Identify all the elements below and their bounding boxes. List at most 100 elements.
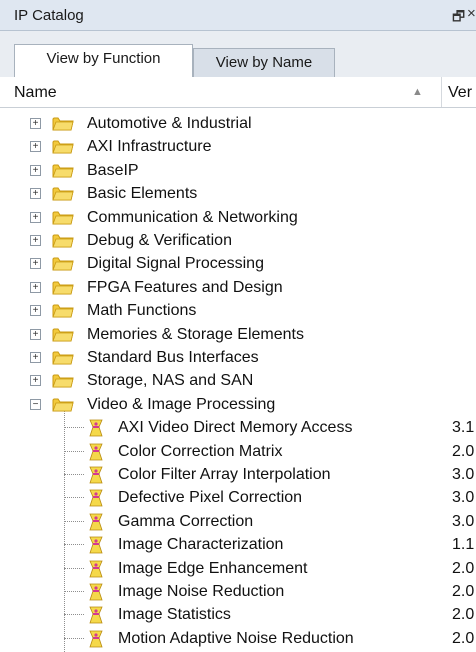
folder-icon [52,350,74,365]
expand-icon[interactable]: + [30,211,41,223]
tree-ip-row[interactable]: Color Correction Matrix 2.0 [0,440,476,463]
category-label: AXI Infrastructure [87,138,212,156]
expand-icon[interactable]: + [30,141,41,153]
folder-icon [52,256,74,271]
tree-ip-row[interactable]: Image Statistics 2.0 [0,603,476,626]
category-label: Memories & Storage Elements [87,325,304,343]
sort-ascending-icon: ▲ [412,86,423,98]
tree-connector [64,474,84,475]
tree-category-row[interactable]: + Math Functions [0,299,476,322]
folder-icon [52,210,74,225]
panel-title: IP Catalog [14,7,84,24]
expand-icon[interactable]: + [30,375,41,387]
category-label: BaseIP [87,161,139,179]
ip-core-version: 2.0 [452,606,475,624]
folder-icon [52,303,74,318]
tree-ip-row[interactable]: Image Noise Reduction 2.0 [0,580,476,603]
tree-category-row[interactable]: + Standard Bus Interfaces [0,346,476,369]
ip-core-version: 2.0 [452,583,475,600]
tree-category-row[interactable]: − Video & Image Processing [0,393,476,416]
ip-core-icon [88,630,104,648]
folder-icon [52,163,74,178]
ip-core-icon [88,606,104,624]
tree-ip-row[interactable]: Motion Adaptive Noise Reduction 2.0 [0,627,476,650]
expand-icon[interactable]: + [30,352,41,363]
ip-core-icon [88,466,104,484]
restore-icon[interactable]: 🗗 [452,6,465,30]
ip-core-icon [88,513,104,531]
panel-titlebar: IP Catalog 🗗 × [0,0,476,31]
expand-icon[interactable]: + [30,164,41,176]
collapse-icon[interactable]: − [30,398,41,410]
ip-core-label: AXI Video Direct Memory Access [118,419,353,437]
ip-core-icon [88,536,104,554]
expand-icon[interactable]: + [30,305,41,317]
tree-connector [64,591,84,592]
tree-connector [64,637,84,639]
category-label: Debug & Verification [87,232,232,249]
ip-core-version: 3.0 [452,466,475,483]
tree-category-row[interactable]: + FPGA Features and Design [0,276,476,299]
category-label: Storage, NAS and SAN [87,372,254,390]
ip-core-label: Color Filter Array Interpolation [118,466,331,483]
folder-icon [52,233,74,248]
expand-icon[interactable]: + [30,258,41,270]
tree-ip-row[interactable]: AXI Video Direct Memory Access 3.1 [0,416,476,439]
column-header: Name ▲ Ver [0,77,476,108]
ip-core-label: Defective Pixel Correction [118,489,303,507]
category-label: FPGA Features and Design [87,278,283,296]
tree-ip-row[interactable]: Image Characterization 1.1 [0,533,476,556]
expand-icon[interactable]: + [30,281,41,293]
category-label: Math Functions [87,302,197,320]
ip-core-label: Color Correction Matrix [118,442,283,460]
tree-category-row[interactable]: + AXI Infrastructure [0,135,476,158]
folder-icon [52,327,74,342]
expand-icon[interactable]: + [30,235,41,246]
ip-core-version: 3.1 [452,419,475,437]
category-label: Digital Signal Processing [87,255,264,273]
category-label: Communication & Networking [87,208,298,226]
folder-icon [52,139,74,154]
tree-ip-row[interactable]: Color Filter Array Interpolation 3.0 [0,463,476,486]
tree-category-row[interactable]: + BaseIP [0,159,476,182]
category-label: Standard Bus Interfaces [87,349,259,366]
tree-connector [64,427,84,429]
column-separator[interactable] [441,77,442,107]
ip-core-version: 2.0 [452,442,475,460]
tree-connector [64,567,84,569]
folder-icon [52,373,74,388]
tree-connector [64,450,84,452]
tree-category-row[interactable]: + Basic Elements [0,182,476,205]
tab-strip: View by Function View by Name [0,31,476,108]
folder-icon [52,280,74,295]
ip-core-label: Image Characterization [118,536,284,554]
category-label: Basic Elements [87,185,198,203]
folder-icon [52,186,74,201]
expand-icon[interactable]: + [30,188,41,200]
tree-ip-row[interactable]: Defective Pixel Correction 3.0 [0,486,476,509]
ip-core-version: 2.0 [452,629,475,647]
tree-category-row[interactable]: + Debug & Verification [0,229,476,252]
tree-category-row[interactable]: + Communication & Networking [0,206,476,229]
expand-icon[interactable]: + [30,118,41,129]
ip-core-label: Image Statistics [118,606,231,624]
tree-category-row[interactable]: + Automotive & Industrial [0,112,476,135]
column-header-version[interactable]: Ver [448,84,472,102]
tab-view-by-name[interactable]: View by Name [193,48,335,77]
tree-ip-row[interactable]: Image Edge Enhancement 2.0 [0,557,476,580]
column-header-name[interactable]: Name [14,84,57,102]
tree-category-row[interactable]: + Digital Signal Processing [0,252,476,275]
ip-core-icon [88,489,104,507]
tree-category-row[interactable]: + Memories & Storage Elements [0,323,476,346]
tree-connector [64,497,84,499]
tree-category-row[interactable]: + Storage, NAS and SAN [0,369,476,392]
ip-core-label: Motion Adaptive Noise Reduction [118,629,354,647]
ip-core-label: Image Noise Reduction [118,583,285,600]
ip-core-icon [88,560,104,578]
tab-view-by-function[interactable]: View by Function [14,44,193,77]
tree-ip-row[interactable]: Gamma Correction 3.0 [0,510,476,533]
close-icon[interactable]: × [467,5,476,22]
tree-connector [64,614,84,616]
expand-icon[interactable]: + [30,328,41,340]
folder-icon [52,116,74,131]
